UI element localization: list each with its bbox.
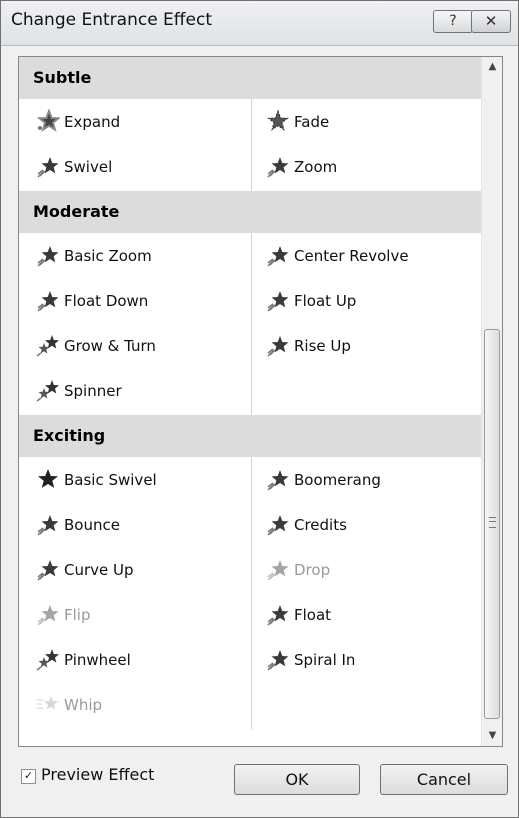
effect-label: Spinner [64, 382, 122, 400]
effect-item-basic-swivel[interactable]: Basic Swivel [36, 467, 236, 497]
star-icon [37, 157, 59, 178]
preview-effect-label[interactable]: Preview Effect [41, 765, 154, 784]
effect-label: Drop [294, 561, 331, 579]
effect-item-pinwheel[interactable]: Pinwheel [36, 647, 236, 677]
effect-label: Rise Up [294, 337, 351, 355]
multi-star-icon [36, 335, 59, 357]
section-header-exciting: Exciting [19, 415, 481, 457]
fade-star-icon [267, 109, 289, 131]
effect-label: Basic Zoom [64, 247, 152, 265]
multi-star-icon [36, 380, 59, 402]
effect-item-float-down[interactable]: Float Down [36, 288, 236, 318]
effects-list-panel: Subtle Expand Fade Swivel Zoom Moderate Basic … [18, 56, 503, 747]
column-divider [251, 99, 252, 191]
star-icon [267, 336, 289, 357]
effect-label: Float Up [294, 292, 357, 310]
section-header-subtle: Subtle [19, 57, 481, 99]
section-header-moderate: Moderate [19, 191, 481, 233]
close-button[interactable]: ✕ [471, 10, 511, 33]
effect-label: Spiral In [294, 651, 356, 669]
effect-label: Curve Up [64, 561, 134, 579]
effect-label: Float [294, 606, 332, 624]
vertical-scrollbar[interactable]: ▲ ▼ [481, 57, 502, 746]
effect-label: Grow & Turn [64, 337, 156, 355]
dark-star-icon [38, 469, 58, 488]
effect-label: Float Down [64, 292, 149, 310]
effect-item-grow-turn[interactable]: Grow & Turn [36, 333, 236, 363]
effect-label: Bounce [64, 516, 120, 534]
effect-label: Center Revolve [294, 247, 409, 265]
effect-label: Credits [294, 516, 347, 534]
column-divider [251, 457, 252, 729]
star-icon [37, 246, 59, 267]
expand-star-icon [36, 109, 60, 132]
effect-label: Swivel [64, 158, 113, 176]
star-icon [267, 470, 289, 491]
effect-item-float-up[interactable]: Float Up [266, 288, 466, 318]
change-entrance-effect-dialog: Change Entrance Effect ? ✕ Subtle Expand F… [0, 0, 519, 818]
effect-item-center-revolve[interactable]: Center Revolve [266, 243, 466, 273]
effect-item-credits[interactable]: Credits [266, 512, 466, 542]
effect-item-spiral-in[interactable]: Spiral In [266, 647, 466, 677]
star-icon [37, 560, 59, 581]
effect-item-curve-up[interactable]: Curve Up [36, 557, 236, 587]
effect-item-drop[interactable]: Drop [266, 557, 466, 587]
effect-label: Zoom [294, 158, 338, 176]
effect-item-expand[interactable]: Expand [36, 109, 236, 139]
whip-star-icon [37, 696, 58, 710]
scroll-down-arrow-icon[interactable]: ▼ [482, 726, 502, 746]
effect-item-zoom[interactable]: Zoom [266, 154, 466, 184]
effect-label: Flip [64, 606, 91, 624]
help-button[interactable]: ? [433, 10, 473, 33]
scrollbar-thumb[interactable] [484, 329, 500, 719]
effect-item-spinner[interactable]: Spinner [36, 378, 236, 408]
title-bar: Change Entrance Effect ? ✕ [1, 1, 518, 46]
star-icon [37, 515, 59, 536]
effect-item-bounce[interactable]: Bounce [36, 512, 236, 542]
star-icon [267, 650, 289, 671]
scrollbar-grip-icon [489, 517, 496, 528]
scroll-up-arrow-icon[interactable]: ▲ [482, 57, 502, 77]
star-icon [37, 291, 59, 312]
effect-item-whip[interactable]: Whip [36, 692, 236, 722]
star-icon [267, 560, 289, 581]
effect-item-float[interactable]: Float [266, 602, 466, 632]
cancel-button[interactable]: Cancel [380, 764, 508, 795]
ok-button[interactable]: OK [234, 764, 360, 795]
effect-label: Fade [294, 113, 330, 131]
star-icon [37, 605, 59, 626]
effect-item-rise-up[interactable]: Rise Up [266, 333, 466, 363]
effect-item-basic-zoom[interactable]: Basic Zoom [36, 243, 236, 273]
effect-label: Pinwheel [64, 651, 131, 669]
section-title: Subtle [33, 68, 92, 87]
dialog-title: Change Entrance Effect [11, 10, 212, 30]
effect-item-swivel[interactable]: Swivel [36, 154, 236, 184]
section-title: Exciting [33, 426, 106, 445]
effect-label: Basic Swivel [64, 471, 157, 489]
column-divider [251, 233, 252, 415]
star-icon [267, 515, 289, 536]
effect-item-fade[interactable]: Fade [266, 109, 466, 139]
star-icon [267, 605, 289, 626]
effect-item-boomerang[interactable]: Boomerang [266, 467, 466, 497]
star-icon [267, 291, 289, 312]
star-icon [267, 157, 289, 178]
multi-star-icon [36, 649, 59, 671]
star-icon [267, 246, 289, 267]
effect-label: Expand [64, 113, 121, 131]
section-title: Moderate [33, 202, 120, 221]
dialog-footer: ✓ Preview Effect OK Cancel [1, 747, 518, 817]
effect-item-flip[interactable]: Flip [36, 602, 236, 632]
preview-effect-checkbox[interactable]: ✓ [21, 769, 36, 784]
effect-label: Whip [64, 696, 103, 714]
effect-label: Boomerang [294, 471, 381, 489]
